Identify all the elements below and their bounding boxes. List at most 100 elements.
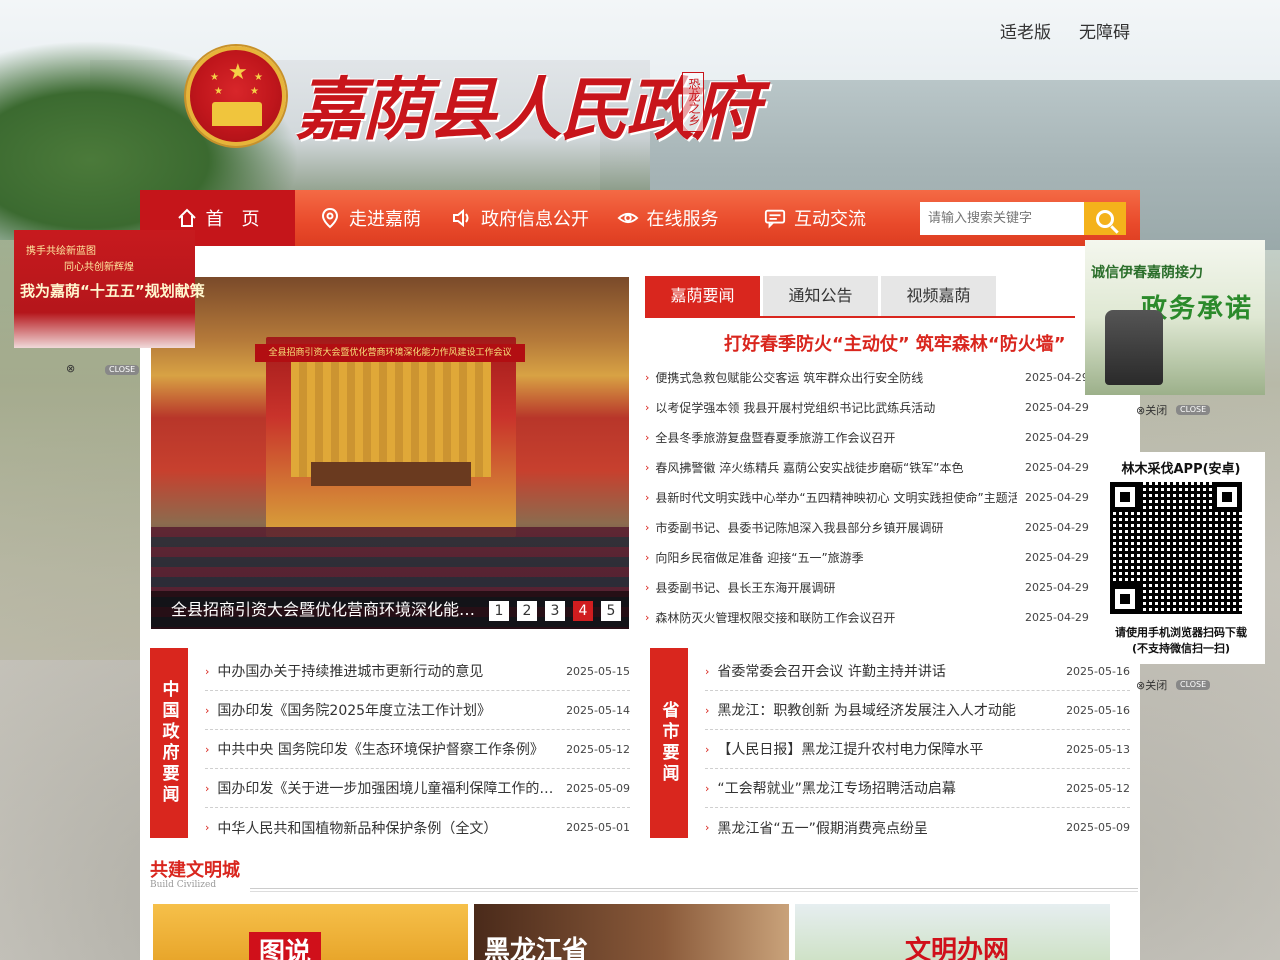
slider-dot[interactable]: 3	[545, 601, 565, 621]
list-item-title: 便携式急救包赋能公交客运 筑牢群众出行安全防线	[655, 370, 924, 385]
photo-slider[interactable]: 全县招商引资大会暨优化营商环境深化能力作风建设工作会议 全县招商引资大会暨优化营…	[151, 277, 629, 629]
list-item[interactable]: › 中华人民共和国植物新品种保护条例（全文） 2025-05-01	[205, 808, 630, 847]
chevron-right-icon: ›	[645, 430, 650, 444]
search-input[interactable]	[920, 202, 1084, 235]
floating-ad-right-commitment[interactable]: 诚信伊春嘉荫接力 政务承诺	[1085, 240, 1265, 395]
list-item-title: 中华人民共和国植物新品种保护条例（全文）	[217, 820, 498, 837]
nav-item-about[interactable]: 走进嘉荫	[295, 190, 445, 246]
list-item-title: 全县冬季旅游复盘暨春夏季旅游工作会议召开	[655, 430, 896, 445]
promo-label: 黑龙江省	[484, 936, 589, 960]
slider-dot[interactable]: 5	[601, 601, 621, 621]
promo-banner-tushuo[interactable]: 图说	[153, 904, 468, 960]
list-item[interactable]: › 县新时代文明实践中心举办“五四精神映初心 文明实践担使命”主题活动 2025-0…	[645, 482, 1090, 512]
list-item[interactable]: › 便携式急救包赋能公交客运 筑牢群众出行安全防线 2025-04-29	[645, 362, 1090, 392]
location-pin-icon	[319, 207, 341, 229]
headline-link[interactable]: 打好春季防火“主动仗” 筑牢森林“防火墙”	[724, 330, 1066, 356]
nav-item-info-disclosure[interactable]: 政府信息公开	[445, 190, 595, 246]
slide-curtain	[291, 357, 491, 477]
list-item[interactable]: › 省委常委会召开会议 许勤主持并讲话 2025-05-16	[705, 652, 1130, 691]
china-news-tag[interactable]: 中国政府要闻	[150, 648, 188, 838]
nav-item-online-service[interactable]: 在线服务	[595, 190, 740, 246]
close-button[interactable]: CLOSE	[1176, 680, 1211, 690]
list-item[interactable]: › 【人民日报】黑龙江提升农村电力保障水平 2025-05-13	[705, 730, 1130, 769]
chevron-right-icon: ›	[205, 821, 210, 834]
close-icon[interactable]: ⊗关闭	[1136, 677, 1167, 693]
list-item[interactable]: › 县委副书记、县长王东海开展调研 2025-04-29	[645, 572, 1090, 602]
slider-dot-active[interactable]: 4	[573, 601, 593, 621]
list-item[interactable]: › “工会帮就业”黑龙江专场招聘活动启幕 2025-05-12	[705, 769, 1130, 808]
list-item[interactable]: › 以考促学强本领 我县开展村党组织书记比武练兵活动 2025-04-29	[645, 392, 1090, 422]
news-tabs: 嘉荫要闻 通知公告 视频嘉荫	[645, 276, 996, 316]
list-item-title: 森林防灭火管理权限交接和联防工作会议召开	[655, 610, 896, 625]
list-item-title: 春风拂警徽 淬火练精兵 嘉荫公安实战徒步磨砺“铁军”本色	[655, 460, 964, 475]
search-button[interactable]	[1084, 202, 1126, 235]
tab-jiayin-news[interactable]: 嘉荫要闻	[645, 276, 760, 316]
list-item-date: 2025-05-14	[566, 703, 630, 717]
list-item-title: 【人民日报】黑龙江提升农村电力保障水平	[717, 742, 984, 758]
promo-banner-wenmingban[interactable]: 文明办网	[795, 904, 1110, 960]
list-item-title: 黑龙江：职教创新 为县域经济发展注入人才动能	[717, 703, 1016, 719]
nav-label: 互动交流	[794, 209, 866, 230]
list-item-date: 2025-05-13	[1066, 742, 1130, 756]
list-item[interactable]: › 国办印发《国务院2025年度立法工作计划》 2025-05-14	[205, 691, 630, 730]
list-item-title: 国办印发《国务院2025年度立法工作计划》	[217, 703, 492, 719]
list-item-title: 国办印发《关于进一步加强困境儿童福利保障工作的意见》	[217, 781, 560, 797]
main-nav: 首 页 走进嘉荫 政府信息公开 在线服务 互动交流	[140, 190, 1140, 246]
promo-label: 图说	[249, 932, 322, 960]
close-icon[interactable]: ⊗	[66, 362, 75, 375]
floating-ad-left[interactable]: 携手共绘新蓝图 同心共创新辉煌 我为嘉荫“十五五”规划献策	[14, 230, 205, 348]
slider-dot[interactable]: 2	[517, 601, 537, 621]
home-icon	[176, 207, 198, 229]
chevron-right-icon: ›	[205, 664, 210, 678]
list-item-date: 2025-04-29	[1025, 610, 1089, 624]
list-item[interactable]: › 向阳乡民宿做足准备 迎接“五一”旅游季 2025-04-29	[645, 542, 1090, 572]
province-news-list: › 省委常委会召开会议 许勤主持并讲话 2025-05-16 › 黑龙江：职教创新 为…	[705, 652, 1130, 847]
list-item[interactable]: › 国办印发《关于进一步加强困境儿童福利保障工作的意见》 2025-05-09	[205, 769, 630, 808]
list-item-date: 2025-05-16	[1066, 664, 1130, 678]
list-item[interactable]: › 市委副书记、县委书记陈旭深入我县部分乡镇开展调研 2025-04-29	[645, 512, 1090, 542]
app-title: 林木采伐APP(安卓)	[1121, 462, 1241, 477]
province-news-tag[interactable]: 省市要闻	[650, 648, 688, 838]
tab-videos[interactable]: 视频嘉荫	[881, 276, 996, 316]
close-text: 关闭	[1145, 404, 1168, 417]
nav-label: 政府信息公开	[481, 209, 589, 230]
qr-hint: (不支持微信扫一扫)	[1131, 642, 1231, 655]
ad-headline: 我为嘉荫“十五五”规划献策	[20, 282, 205, 300]
elderly-mode-link[interactable]: 适老版	[1000, 18, 1051, 43]
floating-ad-right-app[interactable]: 林木采伐APP(安卓) 请使用手机浏览器扫码下载 (不支持微信扫一扫)	[1097, 452, 1265, 664]
list-item[interactable]: › 中共中央 国务院印发《生态环境保护督察工作条例》 2025-05-12	[205, 730, 630, 769]
slide-table	[311, 462, 471, 486]
close-button[interactable]: CLOSE	[105, 365, 140, 375]
chevron-right-icon: ›	[645, 550, 650, 564]
list-item[interactable]: › 全县冬季旅游复盘暨春夏季旅游工作会议召开 2025-04-29	[645, 422, 1090, 452]
ad-line: 携手共绘新蓝图	[26, 246, 96, 257]
list-item[interactable]: › 森林防灭火管理权限交接和联防工作会议召开 2025-04-29	[645, 602, 1090, 632]
list-item-date: 2025-04-29	[1025, 400, 1089, 414]
seal-stamp: 恐龙之乡	[682, 72, 704, 132]
list-item[interactable]: › 黑龙江：职教创新 为县域经济发展注入人才动能 2025-05-16	[705, 691, 1130, 730]
chevron-right-icon: ›	[645, 610, 650, 624]
accessibility-link[interactable]: 无障碍	[1079, 18, 1130, 43]
close-icon[interactable]: ⊗关闭	[1136, 402, 1167, 418]
chevron-right-icon: ›	[645, 400, 650, 414]
list-item-title: “工会帮就业”黑龙江专场招聘活动启幕	[717, 781, 956, 797]
chevron-right-icon: ›	[645, 370, 650, 384]
ad-line: 诚信伊春嘉荫接力	[1091, 265, 1203, 281]
list-item[interactable]: › 黑龙江省“五一”假期消费亮点纷呈 2025-05-09	[705, 808, 1130, 847]
list-item-date: 2025-04-29	[1025, 460, 1089, 474]
list-item[interactable]: › 春风拂警徽 淬火练精兵 嘉荫公安实战徒步磨砺“铁军”本色 2025-04-29	[645, 452, 1090, 482]
section-title: 共建文明城	[150, 860, 240, 881]
chevron-right-icon: ›	[705, 703, 710, 717]
list-item-date: 2025-04-29	[1025, 370, 1089, 384]
nav-label: 在线服务	[646, 209, 719, 230]
slider-dot[interactable]: 1	[489, 601, 509, 621]
list-item-title: 市委副书记、县委书记陈旭深入我县部分乡镇开展调研	[655, 520, 944, 535]
promo-banner-heilongjiang[interactable]: 黑龙江省	[474, 904, 789, 960]
close-button[interactable]: CLOSE	[1176, 405, 1211, 415]
list-item-title: 中共中央 国务院印发《生态环境保护督察工作条例》	[217, 742, 544, 758]
list-item-title: 省委常委会召开会议 许勤主持并讲话	[717, 664, 946, 680]
tab-notices[interactable]: 通知公告	[763, 276, 878, 316]
nav-item-interaction[interactable]: 互动交流	[740, 190, 890, 246]
chevron-right-icon: ›	[205, 703, 210, 717]
list-item[interactable]: › 中办国办关于持续推进城市更新行动的意见 2025-05-15	[205, 652, 630, 691]
